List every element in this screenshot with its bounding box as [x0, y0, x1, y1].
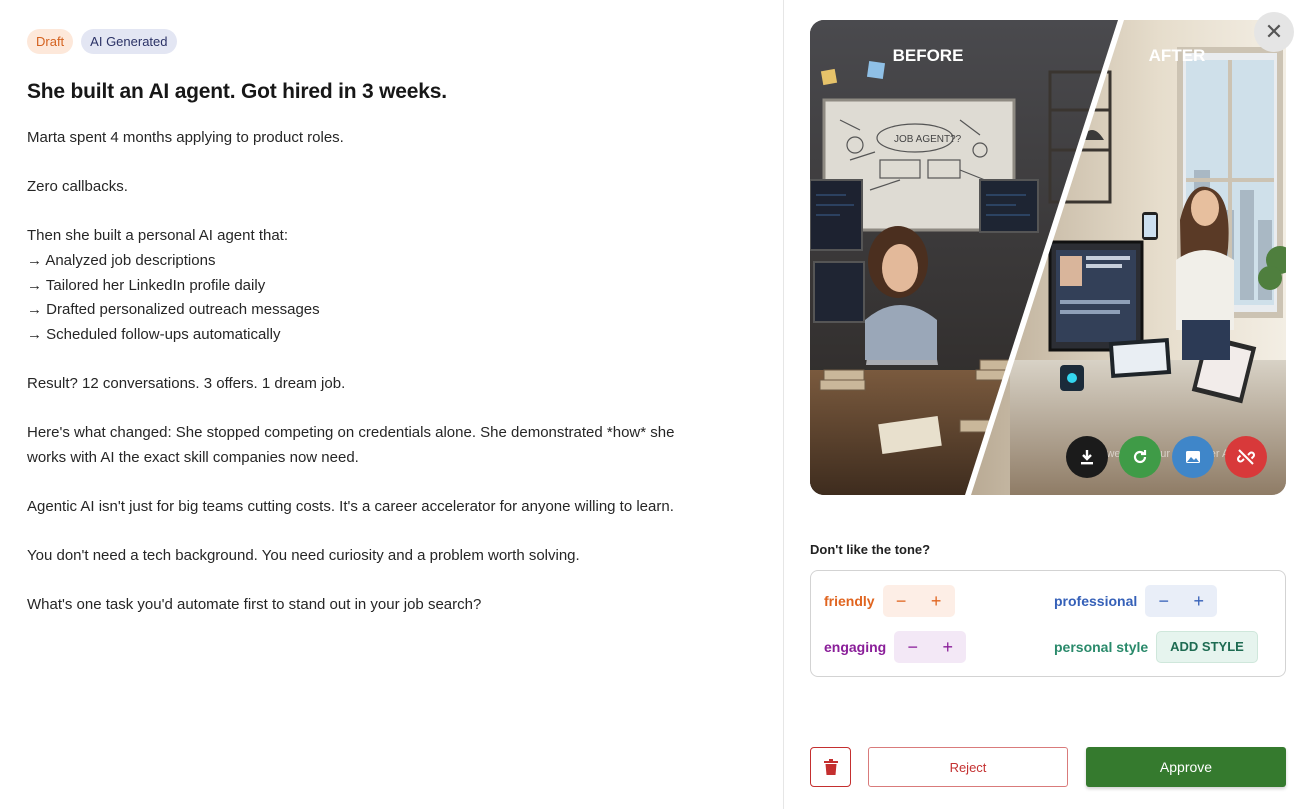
- engaging-decrease-button[interactable]: −: [904, 631, 921, 663]
- ai-generated-badge: AI Generated: [81, 28, 177, 54]
- post-paragraph: Marta spent 4 months applying to product…: [27, 126, 757, 151]
- post-line: → Scheduled follow-ups automatically: [27, 325, 281, 343]
- before-after-illustration: JOB AGENT?? BEFORE AFTER: [810, 20, 1286, 495]
- tone-friendly: friendly − +: [824, 585, 955, 617]
- post-paragraph: Here's what changed: She stopped competi…: [27, 421, 757, 470]
- post-line: → Tailored her LinkedIn profile daily: [27, 276, 266, 294]
- regenerate-image-button[interactable]: [1119, 436, 1161, 478]
- tone-engaging-label: engaging: [824, 639, 887, 655]
- tone-engaging: engaging − +: [824, 631, 967, 663]
- post-line: → Analyzed job descriptions: [27, 251, 216, 269]
- tone-personal-style: personal style ADD STYLE: [1054, 631, 1258, 663]
- post-title: She built an AI agent. Got hired in 3 we…: [27, 80, 447, 103]
- reject-button[interactable]: Reject: [868, 747, 1068, 787]
- tone-heading: Don't like the tone?: [810, 542, 931, 557]
- friendly-decrease-button[interactable]: −: [893, 585, 910, 617]
- professional-decrease-button[interactable]: −: [1155, 585, 1172, 617]
- image-action-bar: [1066, 436, 1267, 478]
- add-style-button[interactable]: ADD STYLE: [1156, 631, 1258, 663]
- post-line: Result? 12 conversations. 3 offers. 1 dr…: [27, 374, 346, 392]
- close-image-button[interactable]: ✕: [1254, 12, 1294, 52]
- download-icon: [1081, 450, 1093, 465]
- pane-divider: [783, 0, 784, 809]
- post-line: Agentic AI isn't just for big teams cutt…: [27, 497, 674, 515]
- after-label: AFTER: [1149, 46, 1206, 65]
- tone-professional-label: professional: [1054, 593, 1138, 609]
- post-paragraph: Then she built a personal AI agent that:…: [27, 224, 757, 347]
- post-body: Marta spent 4 months applying to product…: [27, 126, 757, 618]
- tone-friendly-label: friendly: [824, 593, 875, 609]
- unlink-icon: [1237, 449, 1255, 465]
- tone-engaging-stepper: − +: [894, 631, 967, 663]
- detach-image-button[interactable]: [1225, 436, 1267, 478]
- approve-button[interactable]: Approve: [1086, 747, 1286, 787]
- post-line: Zero callbacks.: [27, 178, 128, 196]
- post-line: works with AI the exact skill companies …: [27, 448, 359, 466]
- delete-button[interactable]: [810, 747, 851, 787]
- post-line: Marta spent 4 months applying to product…: [27, 129, 344, 146]
- whiteboard-text: JOB AGENT??: [894, 134, 962, 145]
- post-paragraph: Agentic AI isn't just for big teams cutt…: [27, 495, 757, 520]
- trash-icon: [823, 759, 838, 775]
- tone-professional: professional − +: [1054, 585, 1218, 617]
- tone-personal-style-label: personal style: [1054, 639, 1149, 655]
- post-line: Here's what changed: She stopped competi…: [27, 424, 675, 442]
- tag-row: Draft AI Generated: [27, 28, 757, 54]
- engaging-increase-button[interactable]: +: [939, 631, 956, 663]
- post-preview-pane: Draft AI Generated She built an AI agent…: [0, 0, 784, 809]
- tone-controls: friendly − + professional − + engaging −…: [810, 570, 1286, 677]
- refresh-icon: [1133, 450, 1147, 464]
- draft-badge: Draft: [27, 28, 74, 54]
- post-paragraph: What's one task you'd automate first to …: [27, 593, 757, 618]
- post-line: You don't need a tech background. You ne…: [27, 547, 580, 565]
- download-image-button[interactable]: [1066, 436, 1108, 478]
- post-paragraph: You don't need a tech background. You ne…: [27, 544, 757, 569]
- post-line: What's one task you'd automate first to …: [27, 596, 482, 614]
- close-icon: ✕: [1264, 19, 1284, 44]
- professional-increase-button[interactable]: +: [1190, 585, 1207, 617]
- replace-image-button[interactable]: [1172, 436, 1214, 478]
- friendly-increase-button[interactable]: +: [928, 585, 945, 617]
- post-line: Then she built a personal AI agent that:: [27, 227, 289, 245]
- tone-friendly-stepper: − +: [882, 585, 955, 617]
- post-paragraph: Result? 12 conversations. 3 offers. 1 dr…: [27, 372, 757, 397]
- image-icon: [1186, 451, 1200, 463]
- before-label: BEFORE: [893, 46, 964, 65]
- tone-professional-stepper: − +: [1145, 585, 1218, 617]
- post-line: → Drafted personalized outreach messages: [27, 301, 320, 319]
- generated-image: JOB AGENT?? BEFORE AFTER: [810, 20, 1286, 495]
- post-paragraph: Zero callbacks.: [27, 175, 757, 200]
